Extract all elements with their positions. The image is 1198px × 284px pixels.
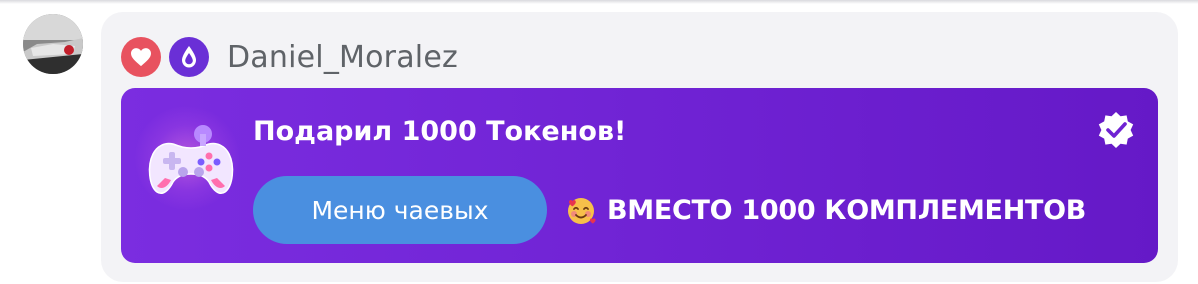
tip-card: Подарил 1000 Токенов! Меню чаевых ВМЕСТО… — [121, 88, 1158, 263]
drop-icon — [169, 37, 209, 77]
heart-icon — [121, 37, 161, 77]
top-divider — [0, 0, 1198, 4]
avatar-image — [23, 14, 83, 74]
promo-text: ВМЕСТО 1000 КОМПЛЕМЕНТОВ — [607, 194, 1087, 226]
smiling-face-with-hearts-icon — [568, 198, 596, 224]
username[interactable]: Daniel_Moralez — [227, 40, 458, 75]
tip-title: Подарил 1000 Токенов! — [253, 116, 627, 147]
avatar[interactable] — [23, 14, 83, 74]
message-header: Daniel_Moralez — [121, 36, 458, 78]
gamepad-icon — [148, 125, 234, 194]
tip-menu-button[interactable]: Меню чаевых — [253, 176, 547, 244]
verified-icon — [1098, 112, 1134, 148]
promo-line: ВМЕСТО 1000 КОМПЛЕМЕНТОВ — [565, 187, 1086, 233]
